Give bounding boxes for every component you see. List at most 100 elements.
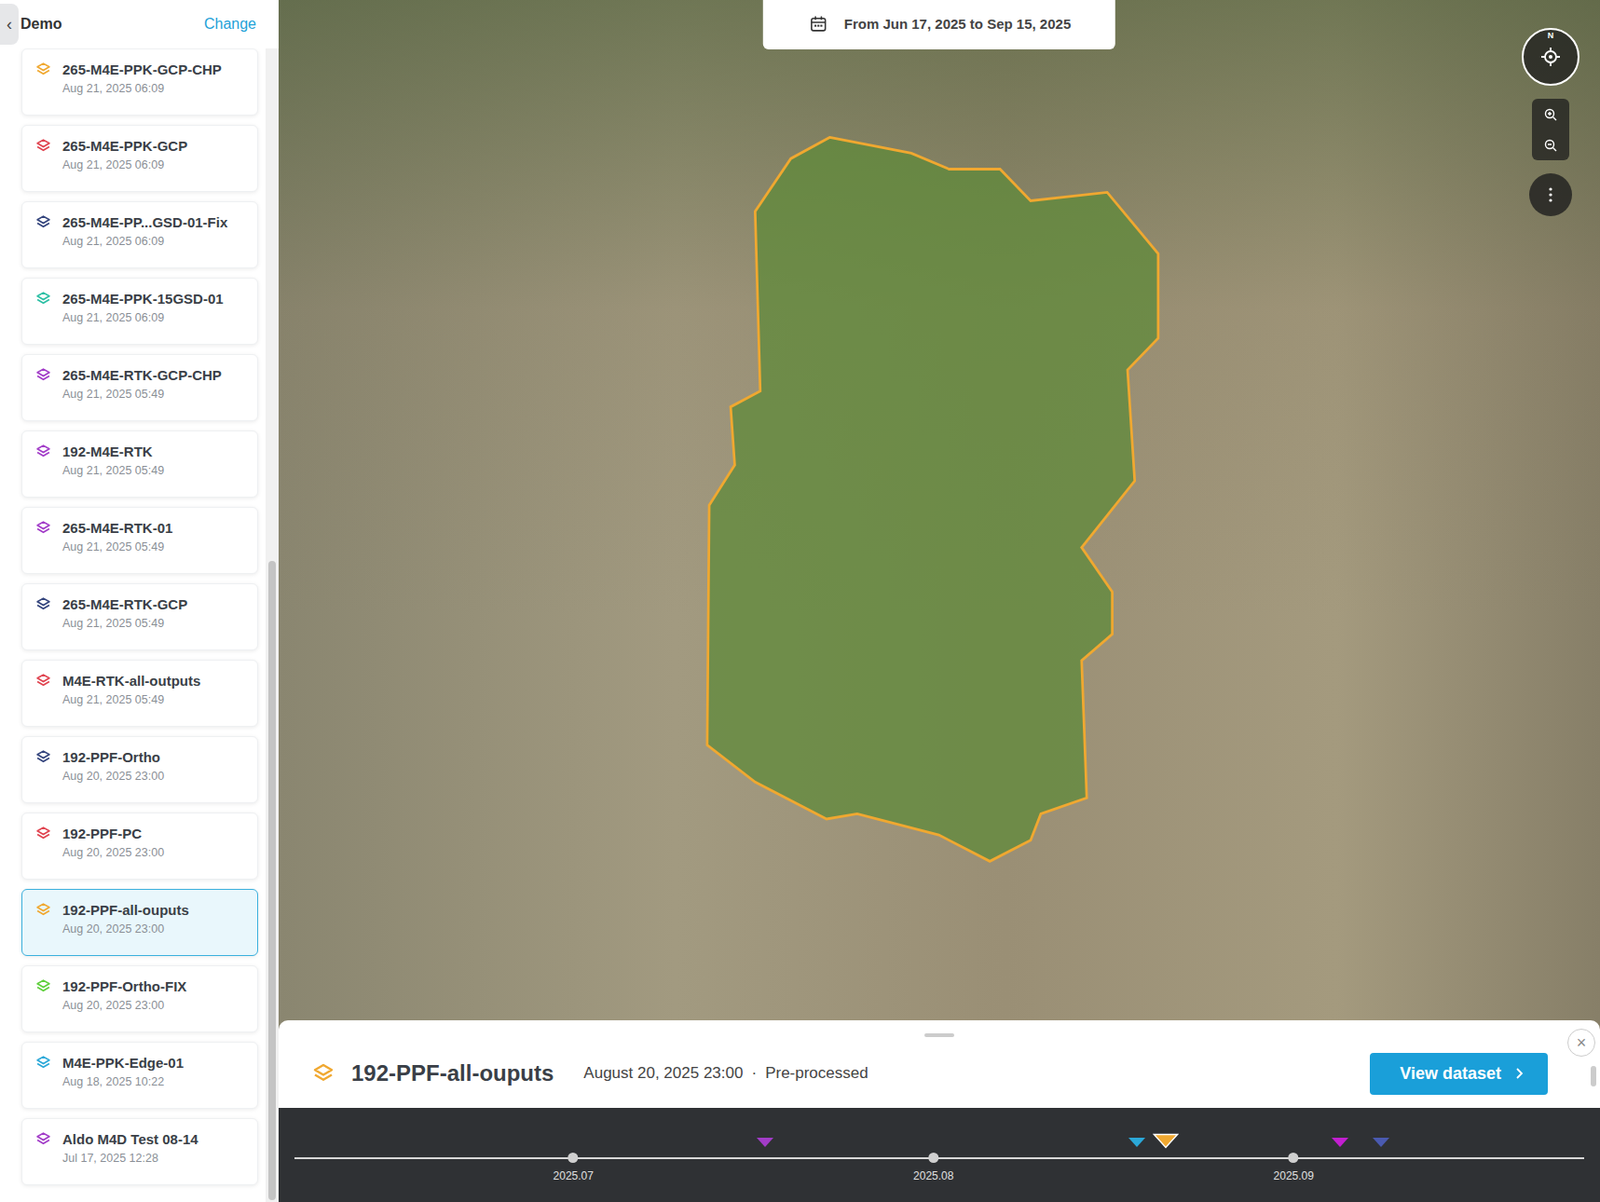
dataset-title: M4E-PPK-Edge-01 xyxy=(62,1053,184,1073)
timeline[interactable]: 2025.07 2025.08 2025.09 xyxy=(278,1107,1600,1202)
dataset-card[interactable]: 192-PPF-Ortho-FIX Aug 20, 2025 23:00 xyxy=(21,965,259,1033)
dataset-title: 265-M4E-RTK-GCP-CHP xyxy=(62,366,222,385)
layers-icon xyxy=(312,1062,335,1085)
more-button[interactable] xyxy=(1529,173,1573,217)
dataset-boundary[interactable] xyxy=(278,0,1600,1032)
zoom-in-button[interactable] xyxy=(1531,98,1570,130)
dataset-card[interactable]: M4E-RTK-all-outputs Aug 21, 2025 05:49 xyxy=(21,659,259,727)
dataset-card[interactable]: 192-PPF-all-ouputs Aug 20, 2025 23:00 xyxy=(21,888,259,957)
layers-icon xyxy=(35,596,52,613)
sidebar-header: ‹ Demo Change xyxy=(0,0,279,49)
collapse-button[interactable]: ‹ xyxy=(0,3,19,45)
locate-button[interactable]: N xyxy=(1521,27,1580,86)
dataset-title: 265-M4E-PPK-GCP-CHP xyxy=(62,60,222,80)
dataset-date: Aug 21, 2025 05:49 xyxy=(62,616,188,630)
layers-icon xyxy=(35,367,52,383)
map-view: From Jun 17, 2025 to Sep 15, 2025 N 192-… xyxy=(278,0,1600,1202)
detail-meta: August 20, 2025 23:00·Pre-processed xyxy=(583,1064,868,1083)
date-range-label: From Jun 17, 2025 to Sep 15, 2025 xyxy=(844,15,1071,32)
more-icon xyxy=(1547,185,1554,205)
scrollbar[interactable] xyxy=(265,48,279,1202)
sidebar: ‹ Demo Change 265-M4E-PPK-GCP-CHP Aug 21… xyxy=(0,0,279,1202)
view-dataset-button[interactable]: View dataset xyxy=(1369,1052,1548,1095)
dataset-date: Aug 21, 2025 05:49 xyxy=(62,540,173,554)
dataset-date: Aug 20, 2025 23:00 xyxy=(62,998,187,1012)
timeline-marker[interactable] xyxy=(1371,1136,1391,1149)
map[interactable]: From Jun 17, 2025 to Sep 15, 2025 N xyxy=(278,0,1600,1032)
calendar-icon xyxy=(809,14,828,33)
dataset-date: Aug 21, 2025 06:09 xyxy=(62,311,224,325)
dataset-title: 192-PPF-all-ouputs xyxy=(62,901,190,920)
date-range[interactable]: From Jun 17, 2025 to Sep 15, 2025 xyxy=(763,0,1116,50)
layers-icon xyxy=(35,290,52,307)
dataset-card[interactable]: 265-M4E-RTK-GCP-CHP Aug 21, 2025 05:49 xyxy=(21,354,259,422)
dataset-card[interactable]: 265-M4E-RTK-01 Aug 21, 2025 05:49 xyxy=(21,506,259,575)
dataset-list: 265-M4E-PPK-GCP-CHP Aug 21, 2025 06:09 2… xyxy=(0,48,266,1202)
timeline-marker[interactable] xyxy=(1152,1133,1179,1149)
dataset-card[interactable]: 192-PPF-PC Aug 20, 2025 23:00 xyxy=(21,812,259,880)
project-name: Demo xyxy=(20,15,203,33)
timeline-marker[interactable] xyxy=(1330,1136,1350,1149)
layers-icon xyxy=(35,902,52,918)
dataset-title: 192-PPF-Ortho xyxy=(62,748,165,767)
dataset-card[interactable]: 192-PPF-Ortho Aug 20, 2025 23:00 xyxy=(21,736,259,804)
dataset-card[interactable]: Aldo M4D Test 08-14 Jul 17, 2025 12:28 xyxy=(21,1118,259,1186)
dataset-date: Aug 20, 2025 23:00 xyxy=(62,769,165,783)
crosshair-icon xyxy=(1539,45,1562,69)
dataset-date: Aug 21, 2025 06:09 xyxy=(62,234,228,248)
dataset-date: Aug 18, 2025 10:22 xyxy=(62,1075,184,1089)
dataset-date: Aug 21, 2025 06:09 xyxy=(62,82,222,96)
dataset-card[interactable]: 265-M4E-PPK-15GSD-01 Aug 21, 2025 06:09 xyxy=(21,277,259,345)
dataset-card[interactable]: 265-M4E-PP...GSD-01-Fix Aug 21, 2025 06:… xyxy=(21,201,259,269)
dataset-date: Aug 21, 2025 05:49 xyxy=(62,387,222,401)
dataset-detail-panel: 192-PPF-all-ouputs August 20, 2025 23:00… xyxy=(278,1020,1600,1108)
scrollbar[interactable] xyxy=(1590,1066,1597,1087)
dataset-title: M4E-RTK-all-outputs xyxy=(62,671,201,691)
drag-handle[interactable] xyxy=(924,1033,955,1038)
change-button[interactable]: Change xyxy=(204,15,257,33)
dataset-title: 265-M4E-PP...GSD-01-Fix xyxy=(62,213,228,233)
dataset-date: Aug 20, 2025 23:00 xyxy=(62,922,190,936)
dataset-title: 192-PPF-PC xyxy=(62,824,165,844)
dataset-date: Aug 20, 2025 23:00 xyxy=(62,846,165,860)
timeline-tick: 2025.07 xyxy=(553,1152,594,1183)
layers-icon xyxy=(35,137,52,154)
layers-icon xyxy=(35,672,52,689)
dataset-card[interactable]: 265-M4E-PPK-GCP-CHP Aug 21, 2025 06:09 xyxy=(21,48,259,116)
zoom-out-button[interactable] xyxy=(1531,129,1570,161)
dataset-date: Jul 17, 2025 12:28 xyxy=(62,1151,199,1165)
map-controls: N xyxy=(1521,27,1580,217)
zoom-controls xyxy=(1531,98,1570,161)
dataset-date: Aug 21, 2025 06:09 xyxy=(62,158,188,172)
layers-icon xyxy=(35,61,52,78)
timeline-marker[interactable] xyxy=(755,1136,775,1149)
layers-icon xyxy=(35,825,52,842)
timeline-track: 2025.07 2025.08 2025.09 xyxy=(294,1157,1585,1160)
dataset-date: Aug 21, 2025 05:49 xyxy=(62,693,201,707)
timeline-tick: 2025.08 xyxy=(913,1152,954,1183)
dataset-title: 265-M4E-PPK-15GSD-01 xyxy=(62,289,224,309)
dataset-card[interactable]: 192-M4E-RTK Aug 21, 2025 05:49 xyxy=(21,430,259,498)
dataset-title: 265-M4E-PPK-GCP xyxy=(62,136,188,156)
detail-title: 192-PPF-all-ouputs xyxy=(351,1060,554,1087)
dataset-title: 192-PPF-Ortho-FIX xyxy=(62,977,187,997)
layers-icon xyxy=(35,1054,52,1071)
close-button[interactable]: × xyxy=(1567,1028,1596,1057)
timeline-tick: 2025.09 xyxy=(1273,1152,1314,1183)
layers-icon xyxy=(35,214,52,231)
layers-icon xyxy=(35,443,52,460)
dataset-title: 265-M4E-RTK-GCP xyxy=(62,595,188,615)
dataset-title: 265-M4E-RTK-01 xyxy=(62,519,173,538)
dataset-card[interactable]: M4E-PPK-Edge-01 Aug 18, 2025 10:22 xyxy=(21,1041,259,1109)
dataset-date: Aug 21, 2025 05:49 xyxy=(62,464,165,478)
dataset-card[interactable]: 265-M4E-PPK-GCP Aug 21, 2025 06:09 xyxy=(21,124,259,192)
timeline-marker[interactable] xyxy=(1127,1136,1147,1149)
layers-icon xyxy=(35,519,52,536)
zoom-in-icon xyxy=(1543,107,1559,123)
dataset-title: 192-M4E-RTK xyxy=(62,442,165,462)
layers-icon xyxy=(35,978,52,995)
layers-icon xyxy=(35,1131,52,1148)
zoom-out-icon xyxy=(1543,137,1559,153)
chevron-right-icon xyxy=(1514,1066,1524,1081)
dataset-card[interactable]: 265-M4E-RTK-GCP Aug 21, 2025 05:49 xyxy=(21,583,259,651)
